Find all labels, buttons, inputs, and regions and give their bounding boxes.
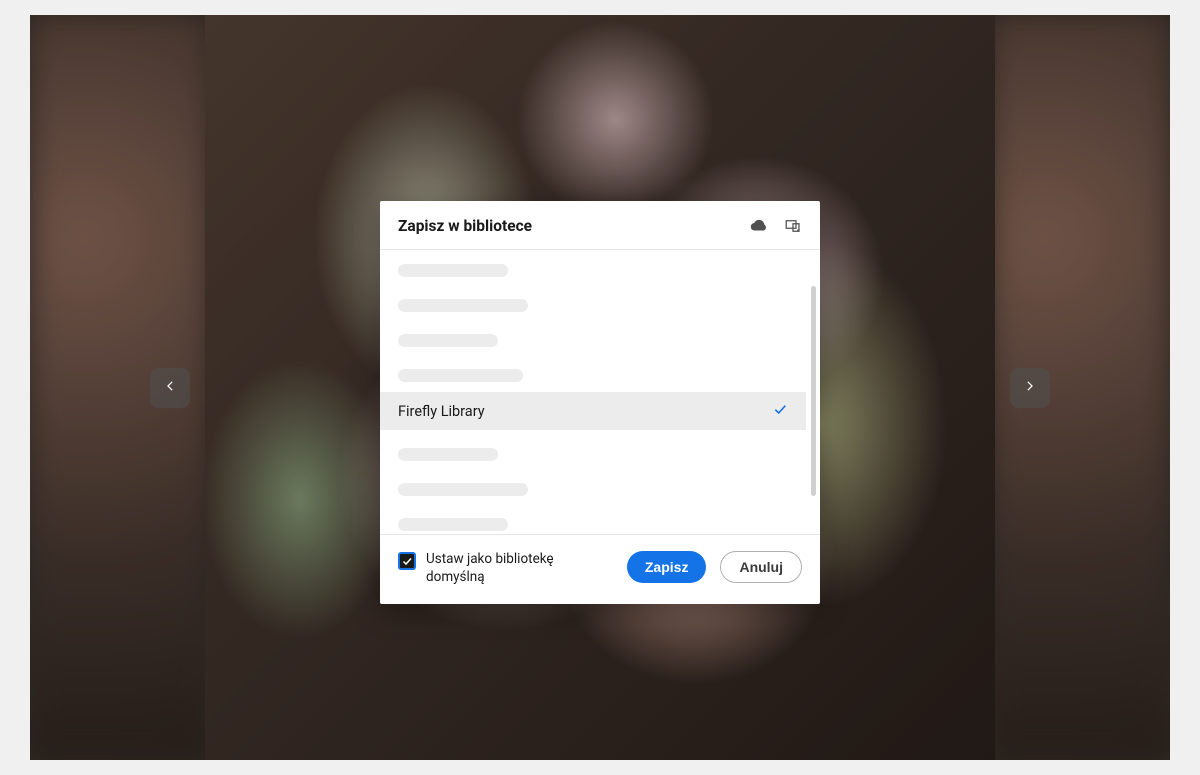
chevron-right-icon bbox=[1023, 379, 1037, 396]
default-library-option[interactable]: Ustaw jako bibliotekę domyślną bbox=[398, 551, 613, 586]
dialog-title: Zapisz w bibliotece bbox=[398, 217, 734, 235]
save-to-library-dialog: Zapisz w bibliotece Firefly Library bbox=[380, 201, 820, 604]
image-viewer-stage: Zapisz w bibliotece Firefly Library bbox=[30, 15, 1170, 760]
devices-icon[interactable] bbox=[784, 217, 802, 235]
dialog-header: Zapisz w bibliotece bbox=[380, 201, 820, 250]
library-skeleton-row bbox=[398, 483, 528, 496]
scrollbar-thumb[interactable] bbox=[811, 286, 816, 496]
next-image-button[interactable] bbox=[1010, 368, 1050, 408]
save-button[interactable]: Zapisz bbox=[627, 551, 707, 583]
default-library-checkbox-label: Ustaw jako bibliotekę domyślną bbox=[426, 551, 586, 586]
library-skeleton-row bbox=[398, 264, 508, 277]
dialog-footer: Ustaw jako bibliotekę domyślną Zapisz An… bbox=[380, 534, 820, 604]
cancel-button[interactable]: Anuluj bbox=[720, 551, 802, 583]
library-skeleton-row bbox=[398, 518, 508, 531]
library-item-label: Firefly Library bbox=[398, 403, 772, 420]
library-skeleton-row bbox=[398, 299, 528, 312]
default-library-checkbox[interactable] bbox=[398, 552, 416, 570]
chevron-left-icon bbox=[163, 379, 177, 396]
previous-image-button[interactable] bbox=[150, 368, 190, 408]
library-item-firefly[interactable]: Firefly Library bbox=[380, 392, 806, 430]
library-skeleton-row bbox=[398, 369, 523, 382]
library-skeleton-row bbox=[398, 448, 498, 461]
cancel-button-label: Anuluj bbox=[739, 559, 783, 575]
cloud-icon[interactable] bbox=[750, 217, 768, 235]
save-button-label: Zapisz bbox=[645, 559, 689, 575]
library-list[interactable]: Firefly Library bbox=[380, 250, 820, 534]
checkmark-icon bbox=[772, 401, 788, 421]
library-skeleton-row bbox=[398, 334, 498, 347]
